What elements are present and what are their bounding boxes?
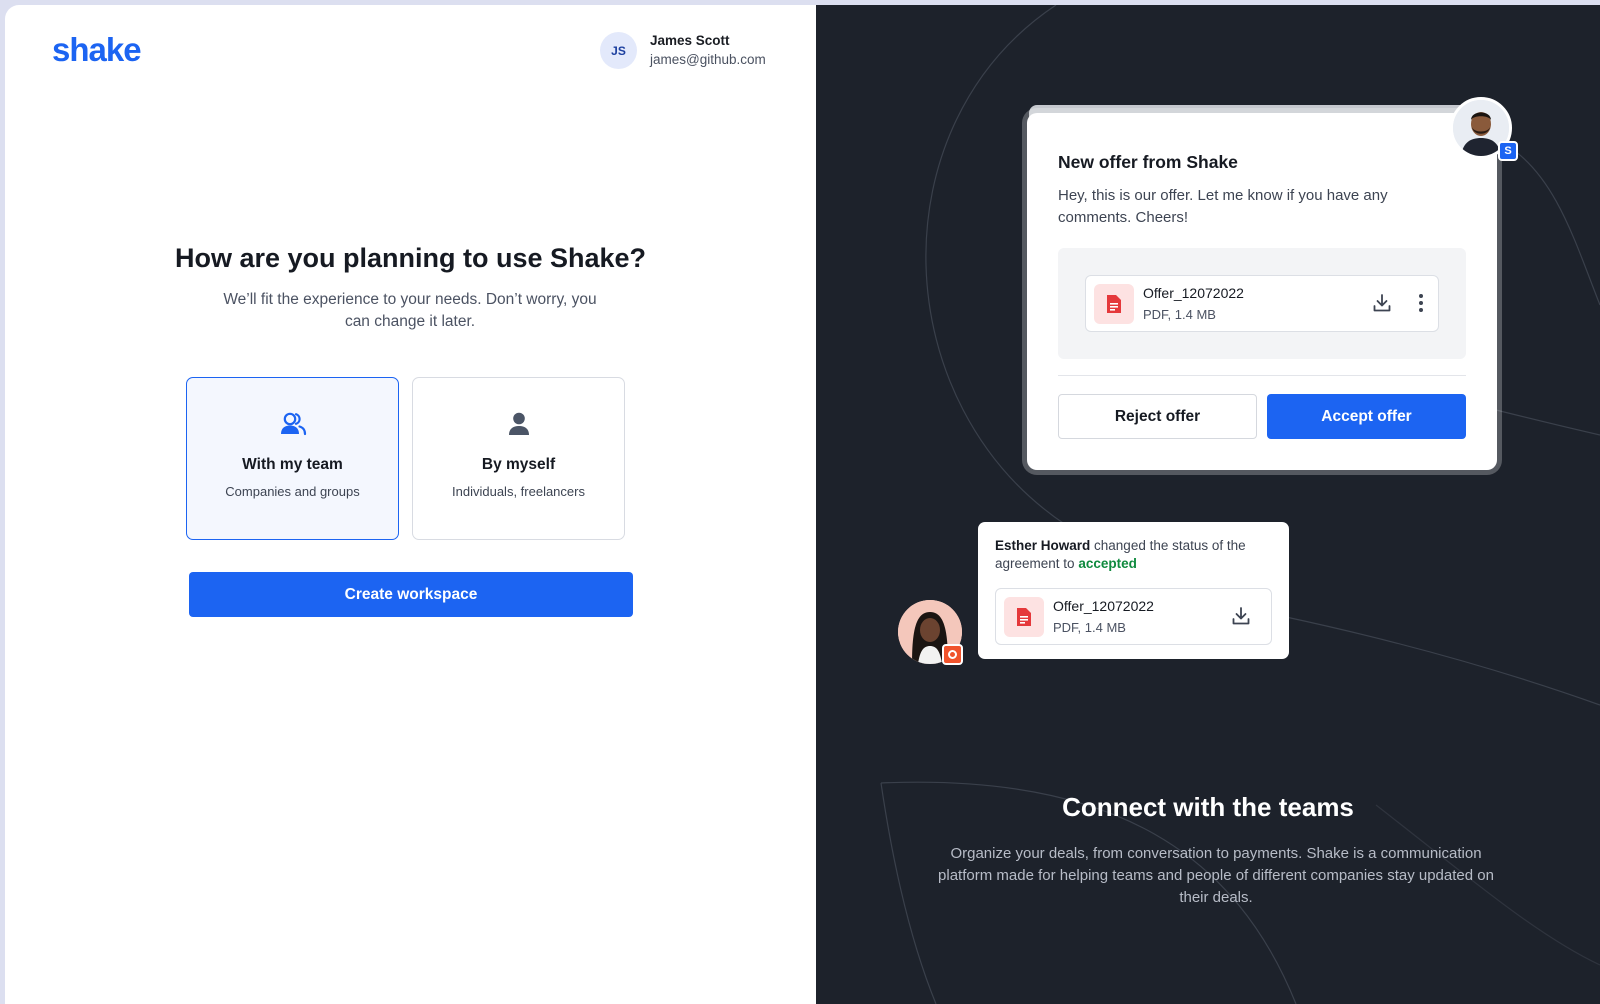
download-icon[interactable] (1231, 606, 1251, 631)
status-notification: Esther Howard changed the status of the … (978, 522, 1289, 659)
users-icon (187, 411, 398, 439)
pdf-file-icon (1004, 597, 1044, 637)
pdf-file-icon (1094, 284, 1134, 324)
option-title: With my team (242, 456, 343, 473)
divider (1058, 375, 1466, 376)
file-attachment[interactable]: Offer_12072022 PDF, 1.4 MB (1085, 275, 1439, 332)
offer-card: New offer from Shake Hey, this is our of… (1027, 113, 1497, 470)
accept-offer-button[interactable]: Accept offer (1267, 394, 1466, 439)
showcase-description: Organize your deals, from conversation t… (938, 845, 1494, 906)
create-workspace-button[interactable]: Create workspace (189, 572, 633, 617)
avatar: JS (600, 32, 637, 69)
user-icon (413, 411, 624, 439)
onboarding-panel: shake JS James Scott james@github.com Ho… (5, 5, 816, 1004)
file-attachment[interactable]: Offer_12072022 PDF, 1.4 MB (995, 588, 1272, 645)
option-with-my-team[interactable]: With my team Companies and groups (186, 377, 399, 540)
app-window: shake JS James Scott james@github.com Ho… (5, 5, 1600, 1004)
file-meta: PDF, 1.4 MB (1053, 620, 1126, 635)
page-subtitle: We’ll fit the experience to your needs. … (223, 291, 597, 330)
actor-name: Esther Howard (995, 538, 1091, 553)
showcase-title: Connect with the teams (1062, 792, 1354, 822)
notification-text: Esther Howard changed the status of the … (995, 537, 1275, 573)
option-subtitle: Companies and groups (225, 484, 360, 499)
company-badge: S (1498, 141, 1518, 161)
user-info: James Scott james@github.com (650, 31, 766, 70)
file-name: Offer_12072022 (1053, 598, 1154, 614)
option-title: By myself (481, 456, 556, 473)
more-options-icon[interactable] (1418, 292, 1424, 319)
showcase-panel: New offer from Shake Hey, this is our of… (816, 5, 1600, 1004)
user-profile[interactable]: JS James Scott james@github.com (600, 31, 766, 70)
reject-offer-button[interactable]: Reject offer (1058, 394, 1257, 439)
user-name: James Scott (650, 33, 730, 48)
shake-logo[interactable]: shake (52, 31, 142, 69)
company-badge (942, 644, 963, 665)
attachment-area: Offer_12072022 PDF, 1.4 MB (1058, 248, 1466, 359)
file-name: Offer_12072022 (1143, 285, 1244, 301)
file-meta: PDF, 1.4 MB (1143, 307, 1216, 322)
offer-title: New offer from Shake (1058, 152, 1238, 172)
offer-message: Hey, this is our offer. Let me know if y… (1058, 187, 1388, 226)
option-by-myself[interactable]: By myself Individuals, freelancers (412, 377, 625, 540)
user-email: james@github.com (650, 52, 766, 67)
option-subtitle: Individuals, freelancers (452, 484, 585, 499)
page-title: How are you planning to use Shake? (174, 243, 647, 273)
status-accepted: accepted (1078, 556, 1137, 571)
download-icon[interactable] (1372, 293, 1392, 318)
